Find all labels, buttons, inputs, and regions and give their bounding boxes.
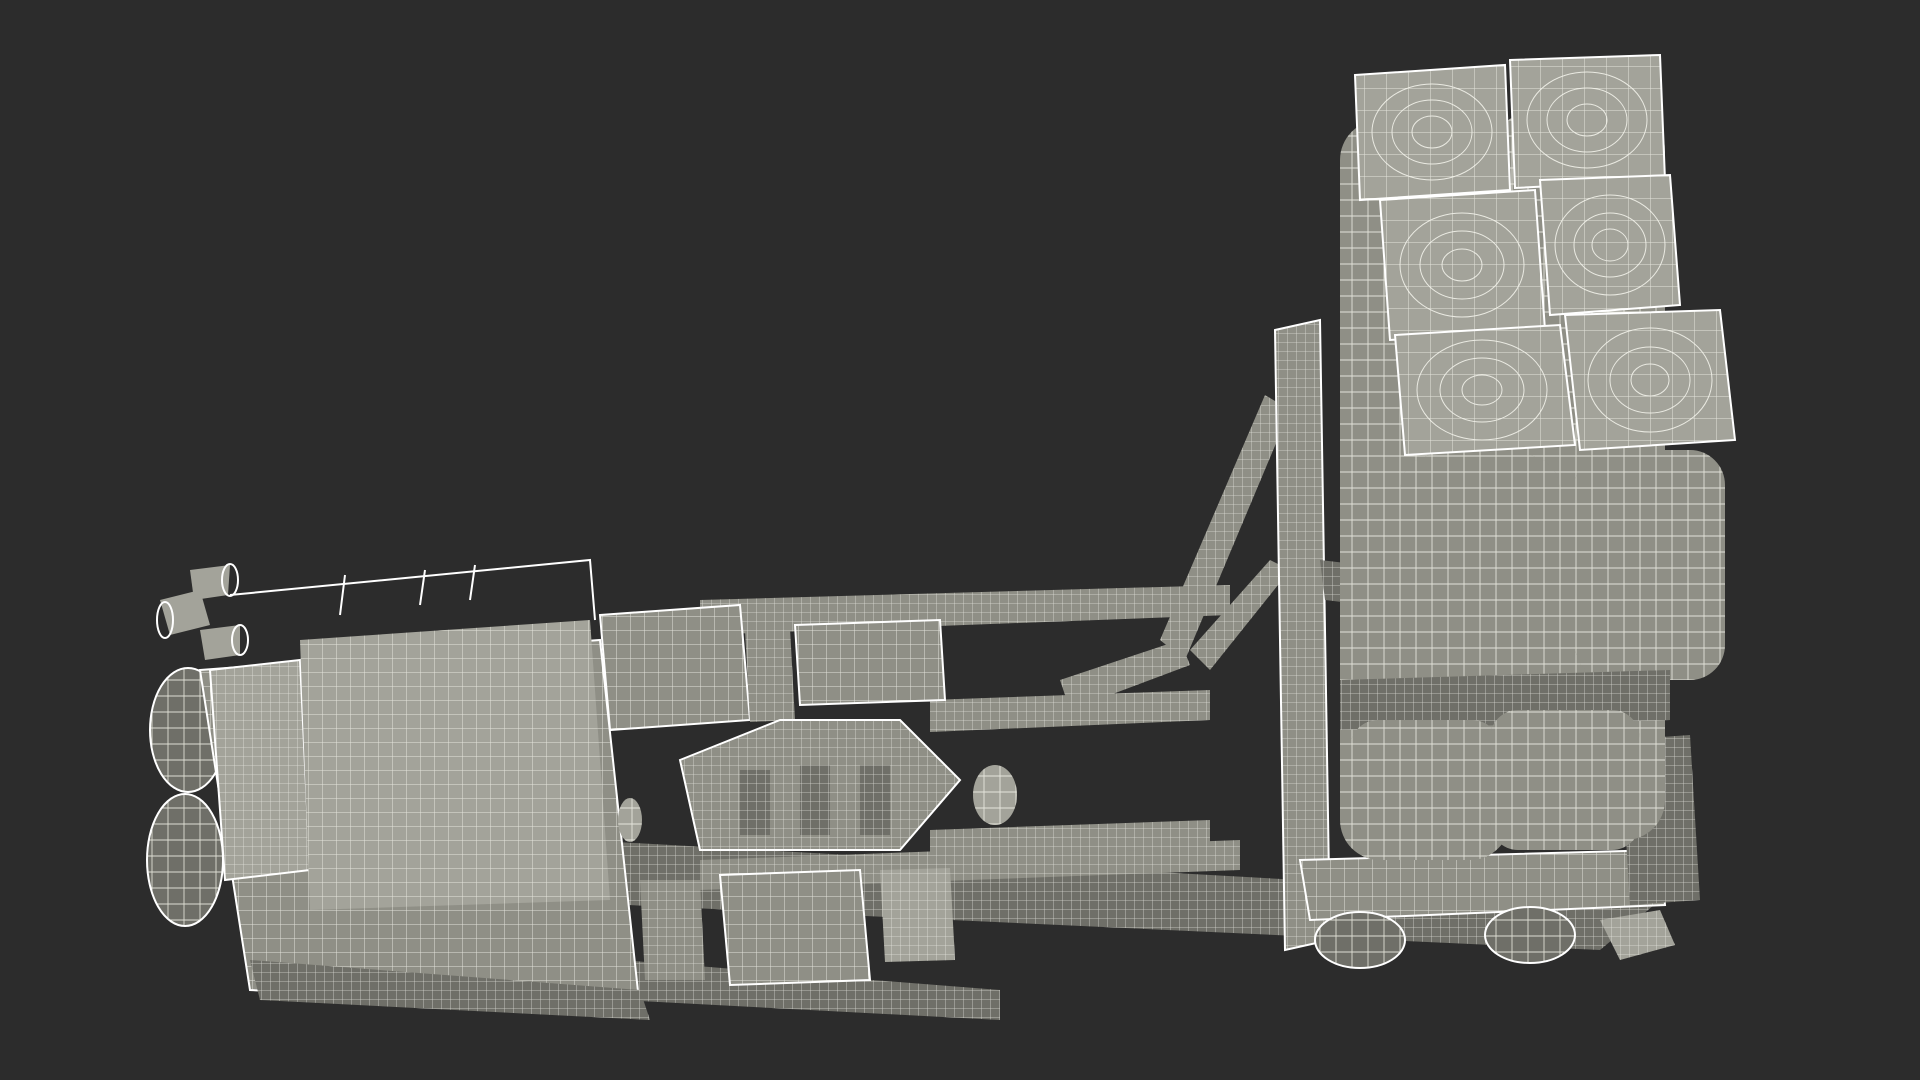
truck-cab: [146, 558, 650, 1020]
canister-lid-1: [1353, 63, 1512, 202]
wireframe-render: [146, 53, 1737, 1020]
canister-lid-2: [1508, 53, 1667, 190]
canister-lid-6: [1563, 308, 1737, 452]
canister-lid-5: [1393, 323, 1577, 457]
canister-lid-3: [1378, 188, 1547, 342]
render-viewport: [0, 0, 1920, 1080]
hydraulic-ram: [1060, 395, 1290, 710]
canister-lid-4: [1538, 173, 1682, 317]
